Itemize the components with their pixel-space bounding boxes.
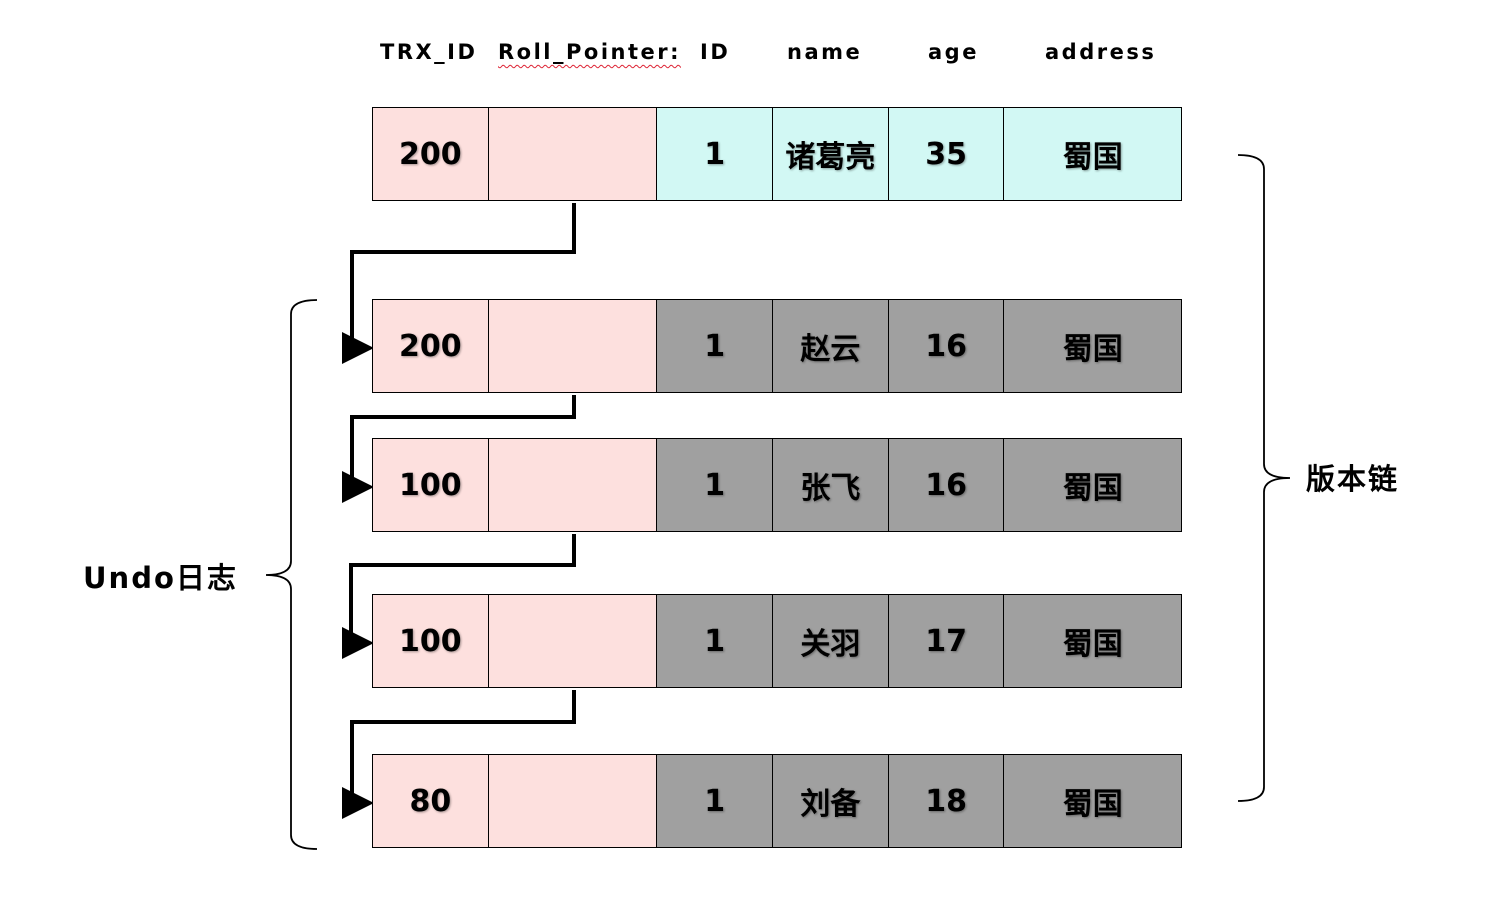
name-cell: 赵云 [773, 300, 889, 392]
name-cell: 诸葛亮 [773, 108, 889, 200]
address-cell: 蜀国 [1004, 300, 1182, 392]
trx-id-cell: 200 [373, 108, 489, 200]
age-cell: 17 [888, 595, 1005, 687]
roll-pointer-cell [488, 595, 658, 687]
roll-pointer-cell [488, 108, 658, 200]
id-cell: 1 [657, 439, 774, 531]
trx-id-cell: 80 [373, 755, 489, 847]
roll-pointer-cell [488, 439, 658, 531]
address-cell: 蜀国 [1004, 108, 1182, 200]
version-row-undo-3: 100 1 关羽 17 蜀国 [372, 594, 1182, 688]
undo-log-label: Undo日志 [83, 561, 238, 595]
version-chain-label: 版本链 [1306, 462, 1400, 496]
version-row-undo-2: 100 1 张飞 16 蜀国 [372, 438, 1182, 532]
id-cell: 1 [657, 300, 774, 392]
age-cell: 35 [888, 108, 1005, 200]
undo-log-brace [265, 299, 318, 850]
roll-pointer-cell [488, 755, 658, 847]
id-cell: 1 [657, 755, 774, 847]
version-row-undo-1: 200 1 赵云 16 蜀国 [372, 299, 1182, 393]
roll-pointer-cell [488, 300, 658, 392]
version-row-current: 200 1 诸葛亮 35 蜀国 [372, 107, 1182, 201]
age-cell: 16 [888, 300, 1005, 392]
id-cell: 1 [657, 595, 774, 687]
age-cell: 18 [888, 755, 1005, 847]
trx-id-cell: 100 [373, 439, 489, 531]
version-chain-brace [1237, 154, 1291, 802]
address-cell: 蜀国 [1004, 755, 1182, 847]
trx-id-cell: 200 [373, 300, 489, 392]
address-cell: 蜀国 [1004, 595, 1182, 687]
name-cell: 关羽 [773, 595, 889, 687]
age-cell: 16 [888, 439, 1005, 531]
id-cell: 1 [657, 108, 774, 200]
name-cell: 刘备 [773, 755, 889, 847]
trx-id-cell: 100 [373, 595, 489, 687]
address-cell: 蜀国 [1004, 439, 1182, 531]
name-cell: 张飞 [773, 439, 889, 531]
version-row-undo-4: 80 1 刘备 18 蜀国 [372, 754, 1182, 848]
